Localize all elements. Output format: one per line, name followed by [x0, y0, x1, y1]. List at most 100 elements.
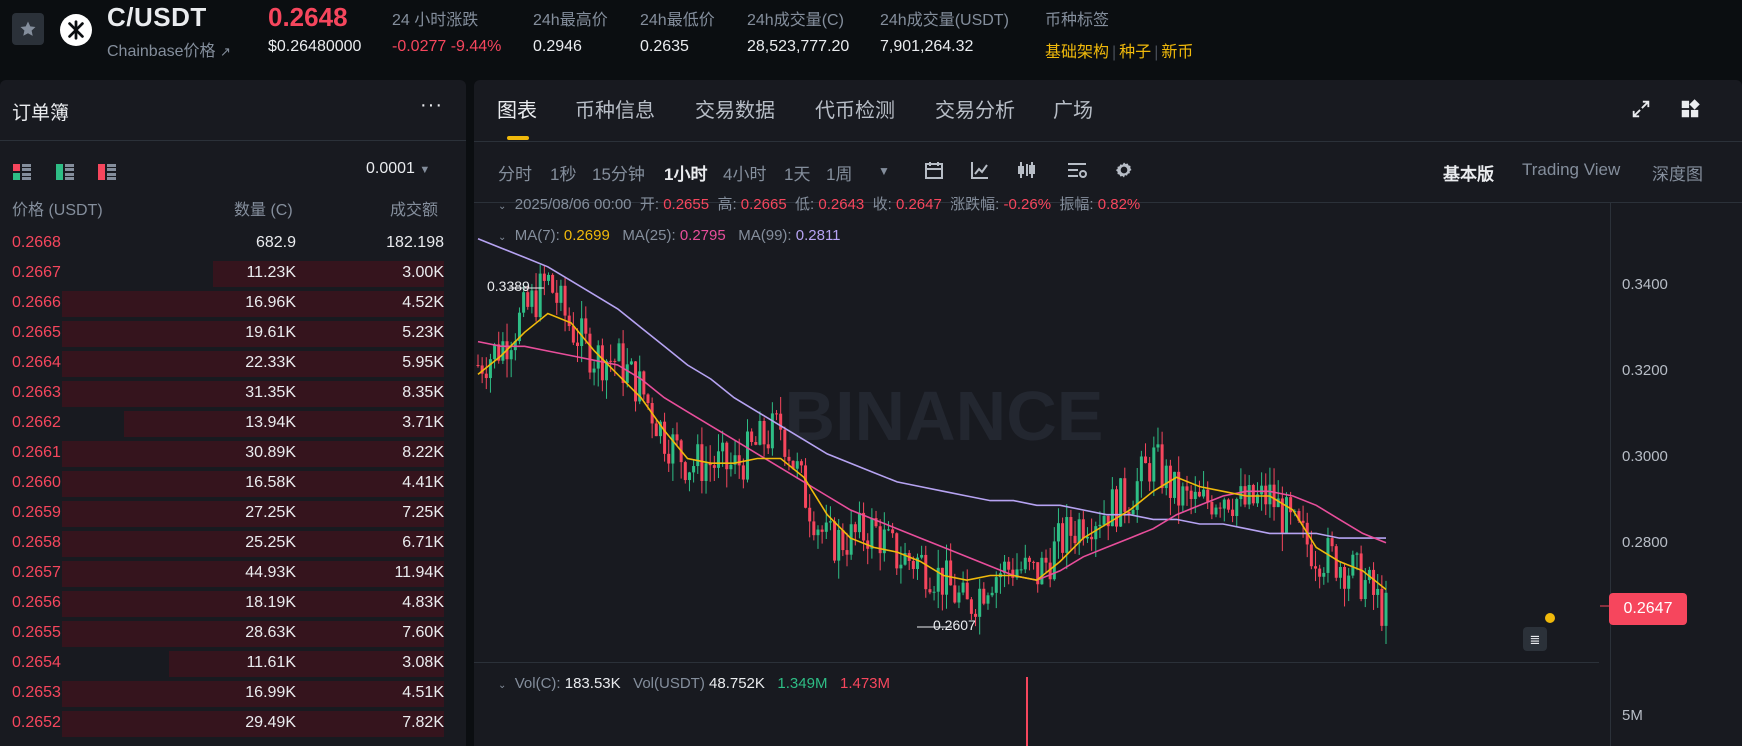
candle-body [1359, 553, 1363, 600]
orderbook-asks-view-icon[interactable] [98, 164, 116, 180]
ask-row[interactable]: 0.2658 25.25K 6.71K [0, 529, 444, 557]
stat-label: 24h成交量(C) [747, 12, 844, 29]
candle-body [1040, 557, 1044, 585]
low-label: 低: [795, 196, 815, 213]
ask-row[interactable]: 0.2661 30.89K 8.22K [0, 439, 444, 467]
ask-price: 0.2662 [12, 414, 61, 431]
ask-price: 0.2652 [12, 714, 61, 731]
candle-body [886, 529, 890, 531]
ask-row[interactable]: 0.2666 16.96K 4.52K [0, 289, 444, 317]
candle-body [1318, 568, 1322, 577]
candle-body [949, 560, 953, 586]
ask-total: 7.60K [402, 624, 444, 641]
candle-body [837, 529, 841, 561]
ask-total: 4.51K [402, 684, 444, 701]
ask-price: 0.2654 [12, 654, 61, 671]
candle-body [766, 444, 770, 449]
candle-body [1090, 536, 1094, 540]
high-annotation: 0.3389 [487, 278, 530, 294]
change-value: -0.26% [1003, 196, 1052, 213]
ask-total: 4.83K [402, 594, 444, 611]
candle-body [654, 423, 658, 437]
candle-body [617, 343, 621, 362]
ask-row[interactable]: 0.2655 28.63K 7.60K [0, 619, 444, 647]
candle-body [1330, 538, 1334, 547]
candle-body [1372, 569, 1376, 595]
volume-axis-label: 5M [1622, 707, 1643, 724]
candle-body [953, 585, 957, 603]
ask-row[interactable]: 0.2654 11.61K 3.08K [0, 649, 444, 677]
candle-body [1264, 485, 1268, 505]
candle-body [522, 292, 526, 313]
tag-link[interactable]: 种子 [1119, 44, 1151, 61]
ask-price: 0.2667 [12, 264, 61, 281]
ask-row[interactable]: 0.2660 16.58K 4.41K [0, 469, 444, 497]
vol-ma1-value: 1.349M [777, 675, 828, 692]
candle-body [828, 521, 832, 523]
candle-body [1355, 553, 1359, 555]
scrollbar[interactable] [444, 228, 466, 746]
precision-select[interactable]: 0.0001 ▼ [366, 160, 430, 178]
candle-body [737, 455, 741, 466]
tag-link[interactable]: 基础架构 [1045, 44, 1109, 61]
candle-body [683, 462, 687, 481]
ask-row[interactable]: 0.2665 19.61K 5.23K [0, 319, 444, 347]
ask-row[interactable]: 0.2659 27.25K 7.25K [0, 499, 444, 527]
ask-total: 8.22K [402, 444, 444, 461]
candle-body [920, 554, 924, 558]
ask-total: 3.71K [402, 414, 444, 431]
candle-body [857, 512, 861, 533]
ask-row[interactable]: 0.2663 31.35K 8.35K [0, 379, 444, 407]
candle-body [1106, 515, 1110, 527]
more-options-icon[interactable]: ··· [420, 94, 443, 117]
watermark: BINANCE [785, 377, 1104, 455]
candle-body [700, 444, 704, 481]
candle-body [775, 413, 779, 415]
ask-qty: 16.58K [245, 474, 296, 491]
candle-body [1226, 499, 1230, 510]
candle-body [1235, 499, 1239, 517]
ask-row[interactable]: 0.2656 18.19K 4.83K [0, 589, 444, 617]
col-qty-header: 数量 (C) [234, 202, 293, 219]
candle-body [1210, 501, 1214, 515]
candlestick-chart[interactable]: BINANCE ≣ [474, 80, 1742, 746]
ask-row[interactable]: 0.2664 22.33K 5.95K [0, 349, 444, 377]
candle-body [555, 292, 559, 303]
ask-price: 0.2655 [12, 624, 61, 641]
candle-body [1231, 509, 1235, 517]
candle-body [1156, 444, 1160, 448]
tag-link[interactable]: 新币 [1161, 44, 1193, 61]
favorite-button[interactable] [12, 13, 44, 45]
orderbook-both-view-icon[interactable] [13, 164, 31, 180]
ticker-header: C/USDT Chainbase价格 ↗ 0.2648 $0.26480000 … [0, 0, 1742, 72]
candle-body [891, 529, 895, 534]
candle-body [804, 465, 808, 508]
ask-qty: 30.89K [245, 444, 296, 461]
ask-qty: 16.96K [245, 294, 296, 311]
ma99-value: 0.2811 [795, 227, 841, 244]
coin-info-link[interactable]: Chainbase价格 ↗ [107, 37, 231, 61]
ask-price: 0.2663 [12, 384, 61, 401]
ask-row[interactable]: 0.2657 44.93K 11.94K [0, 559, 444, 587]
ask-price: 0.2661 [12, 444, 61, 461]
candle-body [634, 361, 638, 402]
candle-body [1148, 463, 1152, 482]
ask-row[interactable]: 0.2668 682.9 182.198 [0, 229, 444, 257]
caret-down-icon: ⌄ [498, 680, 507, 691]
orderbook-bids-view-icon[interactable] [56, 164, 74, 180]
last-price: 0.2648 [268, 2, 348, 32]
candle-body [808, 507, 812, 522]
caret-down-icon: ⌄ [498, 201, 507, 212]
ask-row[interactable]: 0.2653 16.99K 4.51K [0, 679, 444, 707]
candle-body [1160, 444, 1164, 489]
candle-body [820, 529, 824, 532]
candle-body [1044, 557, 1048, 563]
candle-body [862, 512, 866, 541]
candle-body [1193, 491, 1197, 499]
ask-row[interactable]: 0.2667 11.23K 3.00K [0, 259, 444, 287]
ask-row[interactable]: 0.2652 29.49K 7.82K [0, 709, 444, 737]
last-price-usd: $0.26480000 [268, 38, 362, 55]
candle-body [704, 463, 708, 481]
ask-row[interactable]: 0.2662 13.94K 3.71K [0, 409, 444, 437]
candle-body [1144, 456, 1148, 464]
